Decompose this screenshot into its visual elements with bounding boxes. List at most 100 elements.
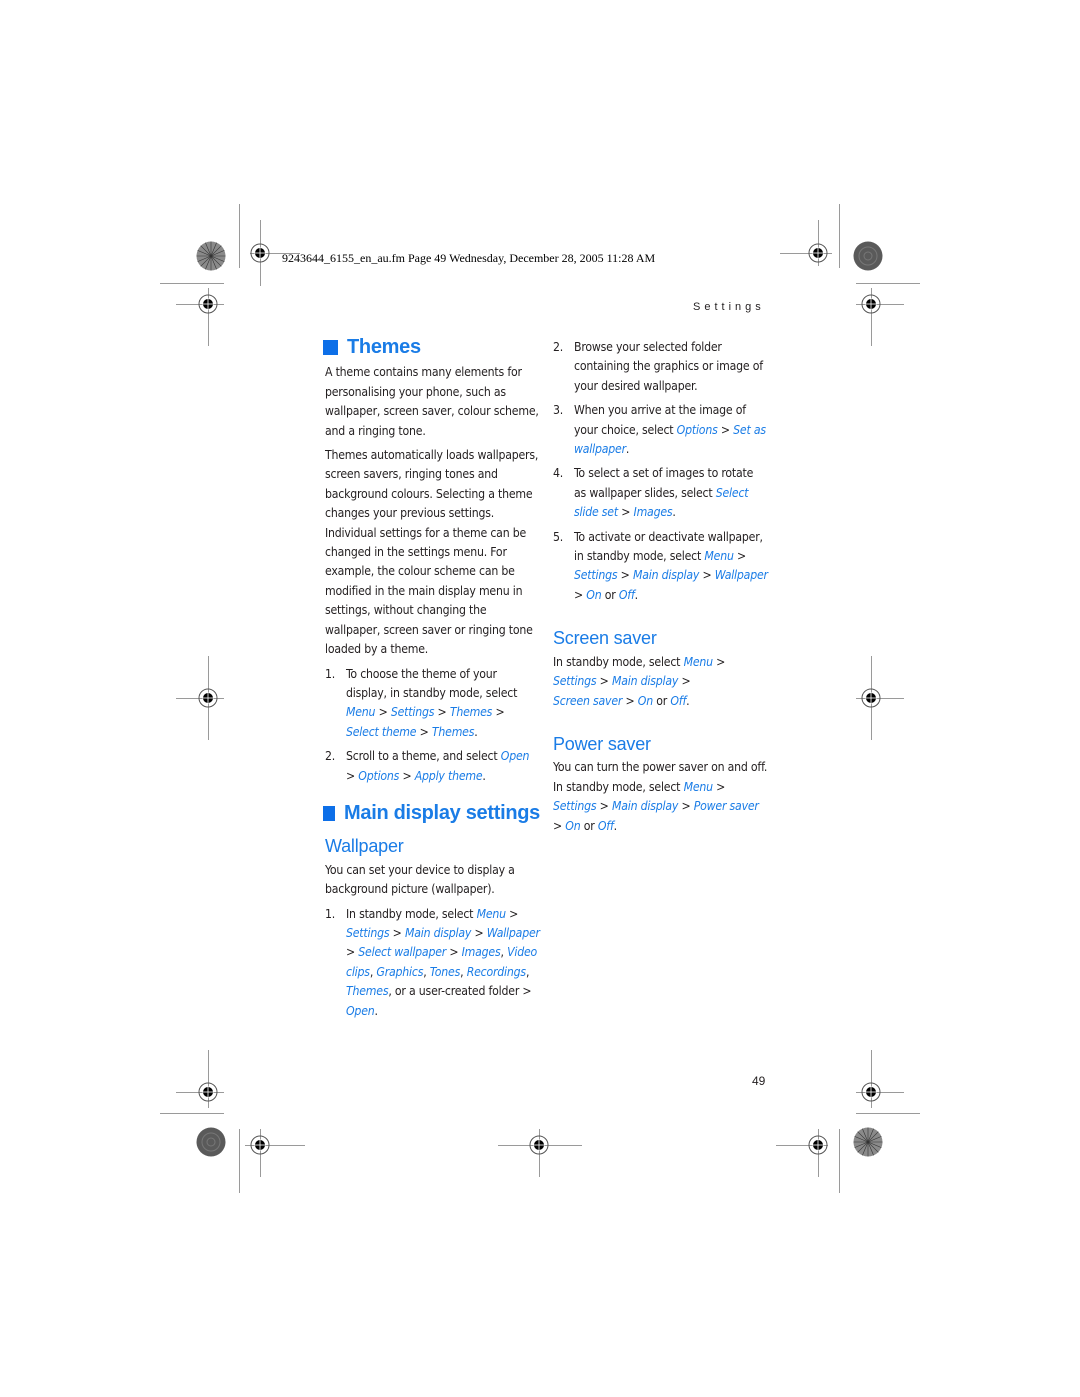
menu-path-item: Settings: [553, 674, 597, 689]
registration-mark-icon: [198, 688, 218, 708]
right-column: 2. Browse your selected folder containin…: [553, 338, 768, 841]
crop-line: [160, 283, 224, 284]
step-number: 4.: [553, 466, 564, 481]
option-on: On: [565, 818, 581, 833]
themes-steps: 1. To choose the theme of your display, …: [325, 665, 540, 786]
punctuation: .: [672, 505, 676, 520]
menu-path-item: Settings: [390, 705, 435, 720]
menu-path-item: Menu: [704, 549, 734, 564]
menu-path-item: Options: [358, 768, 400, 783]
left-column: Themes A theme contains many elements fo…: [323, 336, 540, 1026]
menu-path-item: Settings: [346, 925, 390, 940]
themes-paragraph-1: A theme contains many elements for perso…: [325, 365, 539, 438]
punctuation: .: [374, 1003, 379, 1018]
starburst-target-icon: [196, 241, 226, 271]
menu-path-item: Apply theme: [414, 768, 483, 783]
registration-mark-icon: [198, 294, 218, 314]
punctuation: .: [634, 587, 639, 602]
heading-bullet-square: [323, 806, 336, 822]
registration-mark-icon: [861, 688, 881, 708]
menu-path-item: Power saver: [693, 799, 759, 814]
menu-path-item: Main display: [404, 925, 472, 940]
density-disc-icon: [196, 1127, 226, 1157]
conjunction: or: [583, 818, 595, 833]
crop-line: [239, 1129, 240, 1193]
themes-step-2: 2. Scroll to a theme, and select Open > …: [325, 749, 530, 783]
menu-path-item: Settings: [553, 799, 597, 814]
menu-path-item: Wallpaper: [714, 568, 768, 583]
menu-path-item: Settings: [574, 568, 618, 583]
menu-path-item: Main display: [611, 674, 679, 689]
step-text: Scroll to a theme, and select: [346, 749, 501, 764]
menu-path-item: Images: [633, 505, 673, 520]
step-number: 3.: [553, 403, 564, 418]
heading-bullet-square: [323, 340, 338, 356]
step-number: 5.: [553, 529, 564, 544]
menu-path-item: Menu: [476, 906, 507, 921]
registration-mark-icon: [861, 294, 881, 314]
menu-path-item: Themes: [431, 724, 475, 739]
crop-line: [160, 1113, 224, 1114]
registration-mark-icon: [529, 1135, 549, 1155]
step-text: , or a user-created folder: [388, 984, 520, 999]
option-item: Themes: [346, 984, 389, 999]
option-on: On: [586, 587, 602, 602]
wallpaper-step-3: 3. When you arrive at the image of your …: [553, 403, 766, 457]
punctuation: .: [686, 693, 690, 708]
registration-mark-icon: [250, 1135, 270, 1155]
registration-mark-icon: [808, 1135, 828, 1155]
menu-path-item: Options: [676, 422, 718, 437]
menu-path-item: Screen saver: [553, 693, 623, 708]
step-number: 1.: [325, 906, 336, 921]
print-info-header: 9243644_6155_en_au.fm Page 49 Wednesday,…: [282, 251, 656, 265]
power-saver-text: You can turn the power saver on and off.…: [553, 760, 768, 833]
wallpaper-intro: You can set your device to display a bac…: [325, 862, 515, 897]
punctuation: .: [613, 818, 618, 833]
crop-line: [856, 1113, 920, 1114]
menu-path-item: Menu: [683, 779, 714, 794]
themes-title: Themes: [347, 336, 421, 358]
crop-line: [856, 283, 920, 284]
themes-paragraph-2: Themes automatically loads wallpapers, s…: [325, 448, 539, 657]
wallpaper-step-5: 5. To activate or deactivate wallpaper, …: [553, 529, 768, 602]
menu-path-item: Main display: [632, 568, 700, 583]
crop-line: [839, 1129, 840, 1193]
step-text: To activate or deactivate wallpaper, in …: [574, 529, 763, 564]
themes-step-1: 1. To choose the theme of your display, …: [325, 666, 518, 739]
power-saver-heading: Power saver: [553, 733, 651, 754]
step-text: In standby mode, select: [346, 906, 477, 921]
screen-saver-heading: Screen saver: [553, 628, 657, 649]
option-item: Images: [461, 945, 501, 960]
registration-mark-icon: [250, 243, 270, 263]
body-text: You can turn the power saver on and off.…: [553, 760, 768, 794]
registration-mark-icon: [198, 1082, 218, 1102]
option-item: Recordings: [466, 964, 526, 979]
menu-path-item: Main display: [611, 799, 679, 814]
step-text: To choose the theme of your display, in …: [346, 666, 518, 700]
wallpaper-steps-right: 2. Browse your selected folder containin…: [553, 338, 768, 605]
menu-path-item: Wallpaper: [486, 925, 540, 940]
wallpaper-steps-left: 1. In standby mode, select Menu > Settin…: [325, 905, 540, 1021]
page-number: 49: [752, 1074, 766, 1088]
step-text: Browse your selected folder containing t…: [574, 340, 763, 393]
registration-mark-icon: [808, 243, 828, 263]
menu-path-item: Menu: [346, 705, 376, 720]
screen-saver-text: In standby mode, select Menu > Settings …: [553, 654, 726, 708]
menu-path-item: Menu: [683, 654, 714, 669]
step-number: 2.: [553, 340, 564, 354]
punctuation: .: [474, 724, 478, 739]
density-disc-icon: [853, 241, 883, 271]
menu-path-item: Select theme: [346, 724, 417, 739]
crop-line: [839, 204, 840, 268]
option-on: On: [637, 693, 653, 708]
conjunction: or: [656, 693, 668, 708]
wallpaper-step-2: 2. Browse your selected folder containin…: [553, 338, 768, 396]
step-number: 1.: [325, 666, 336, 681]
option-off: Off: [597, 818, 614, 833]
punctuation: .: [482, 768, 486, 783]
main-display-title: Main display settings: [344, 801, 540, 824]
starburst-target-icon: [853, 1127, 883, 1157]
option-item: Tones: [429, 964, 461, 979]
option-item: Graphics: [376, 964, 424, 979]
option-off: Off: [618, 587, 635, 602]
